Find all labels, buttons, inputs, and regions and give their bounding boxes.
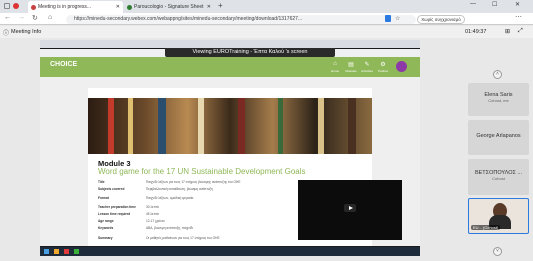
shared-screen: Viewing EUROTraining - Έπτα Καλού 's scr…: [40, 40, 420, 256]
book-spine: [158, 98, 166, 154]
forward-icon[interactable]: →: [18, 14, 25, 21]
info-icon: ⓘ: [3, 31, 10, 37]
webex-icon: [31, 4, 36, 10]
shared-taskbar: [40, 247, 420, 256]
meeting-info-bar: ⓘ Meeting Info 01:49:37 ⊞ ⤢: [0, 26, 533, 38]
app-icon: [64, 249, 69, 254]
detail-value: 30 λεπτά: [146, 205, 159, 209]
book-spine: [198, 98, 204, 154]
participant-name: George Arlapanos: [476, 133, 521, 139]
book-spine: [108, 98, 114, 154]
detail-label: Age range: [98, 219, 114, 223]
book-spine: [128, 98, 133, 154]
books-banner-image: [88, 98, 372, 154]
participant-video-card[interactable]: EU... (Cohost): [468, 198, 529, 234]
meeting-timer: 01:49:37: [465, 29, 487, 35]
refresh-icon[interactable]: ↻: [32, 14, 38, 22]
nav-item-toolbox: Toolbox: [377, 69, 389, 73]
sheet-icon: [127, 4, 132, 10]
close-window-icon[interactable]: ✕: [515, 1, 520, 8]
meeting-info-link[interactable]: Meeting Info: [11, 29, 41, 35]
module-subtitle: Word game for the 17 UN Sustainable Deve…: [98, 167, 306, 176]
participant-status: (Cohost): [483, 225, 499, 230]
participant-label: EU... (Cohost): [471, 225, 501, 230]
shared-tab-bar: [40, 40, 420, 48]
nav-item-activities: Activities: [361, 69, 373, 73]
extension-icon[interactable]: [385, 15, 391, 22]
new-tab-button[interactable]: +: [218, 1, 223, 10]
record-icon: [13, 3, 19, 9]
chevron-up-icon[interactable]: ˄: [493, 70, 502, 79]
app-icon: [74, 249, 79, 254]
nav-item-modules: Modules: [345, 69, 357, 73]
detail-value: 12-17 χρόνια: [146, 219, 165, 223]
browser-tab-bar: Meeting is in progress... ✕ Paroucologio…: [0, 0, 533, 13]
layout-icon[interactable]: ⊞: [505, 28, 510, 35]
detail-value: Παιχνίδι λέξεων για τους 17 στόχους βιώσ…: [146, 180, 241, 184]
participant-card[interactable]: George Arlapanos: [468, 120, 529, 155]
detail-label: Subjects covered: [98, 187, 125, 191]
maximize-icon[interactable]: ☐: [492, 1, 497, 8]
home-icon[interactable]: ⌂: [48, 14, 52, 21]
participant-card[interactable]: Elena Saris Cohost, me: [468, 83, 529, 116]
play-icon[interactable]: [344, 204, 356, 212]
detail-label: Keywords: [98, 226, 114, 230]
book-spine: [348, 98, 356, 154]
detail-label: Summary: [98, 236, 113, 240]
tab-meeting[interactable]: Meeting is in progress... ✕: [28, 1, 123, 13]
profile-button[interactable]: Χωρίς συγχρονισμό: [417, 15, 465, 24]
detail-value: 45 λεπτά: [146, 212, 159, 216]
book-spine: [278, 98, 283, 154]
tab-label: Meeting is in progress...: [38, 4, 92, 10]
participant-name: EU...: [473, 225, 482, 230]
detail-label: Format: [98, 196, 109, 200]
tab-label: Paroucologio - Signature Sheet: [134, 4, 204, 10]
back-icon[interactable]: ←: [4, 14, 11, 21]
nav-item-home: Home: [330, 69, 339, 73]
tab-signature[interactable]: Paroucologio - Signature Sheet ✕: [124, 1, 214, 13]
detail-value: ΑΒΑ, βιώσιμη ανάπτυξη, παιχνίδι: [146, 226, 193, 230]
tab-actions-icon[interactable]: [4, 3, 10, 9]
detail-value: Περιβαλλοντική εκπαίδευση, βιώσιμη ανάπτ…: [146, 187, 213, 191]
fullscreen-icon[interactable]: ⤢: [518, 28, 523, 35]
detail-label: Teacher preparation time: [98, 205, 136, 209]
participants-panel: ˄ Elena Saris Cohost, me George Arlapano…: [460, 40, 533, 261]
chevron-down-icon[interactable]: ˅: [493, 247, 502, 256]
minimize-icon[interactable]: —: [470, 1, 476, 7]
module-card: Module 3 Word game for the 17 UN Sustain…: [88, 88, 402, 246]
detail-value: Παιχνίδι λέξεων, ομαδική εργασία: [146, 196, 194, 200]
more-icon[interactable]: ⋯: [515, 13, 522, 21]
detail-label: Title: [98, 180, 105, 184]
participant-card[interactable]: ΒΕΤΣΟΠΟΥΛΟΣ ... Cohost: [468, 159, 529, 195]
windows-start-icon: [44, 249, 49, 254]
profile-label: Χωρίς συγχρονισμό: [421, 17, 461, 22]
favorites-icon[interactable]: ☆: [395, 15, 400, 22]
avatar: [396, 61, 407, 72]
detail-label: Lesson time required: [98, 212, 131, 216]
participant-status: Cohost, me: [488, 98, 509, 103]
participant-status: Cohost: [492, 176, 505, 181]
viewing-banner: Viewing EUROTraining - Έπτα Καλού 's scr…: [165, 48, 335, 57]
url-text: https://minedu-secondary.webex.com/webap…: [74, 16, 303, 22]
video-player[interactable]: [298, 180, 402, 240]
book-spine: [238, 98, 245, 154]
detail-value: Οι μαθητές μαθαίνουν για τους 17 στόχους…: [146, 236, 220, 240]
app-icon: [54, 249, 59, 254]
close-icon[interactable]: ✕: [207, 4, 211, 10]
url-field[interactable]: https://minedu-secondary.webex.com/webap…: [66, 15, 416, 24]
address-bar: ← → ↻ ⌂ https://minedu-secondary.webex.c…: [0, 13, 533, 25]
close-icon[interactable]: ✕: [116, 4, 120, 10]
site-logo: CHOICE: [50, 61, 78, 68]
book-spine: [318, 98, 324, 154]
site-navbar: CHOICE ⌂ Home ▤ Modules ✎ Activities ⚙ T…: [40, 57, 420, 77]
